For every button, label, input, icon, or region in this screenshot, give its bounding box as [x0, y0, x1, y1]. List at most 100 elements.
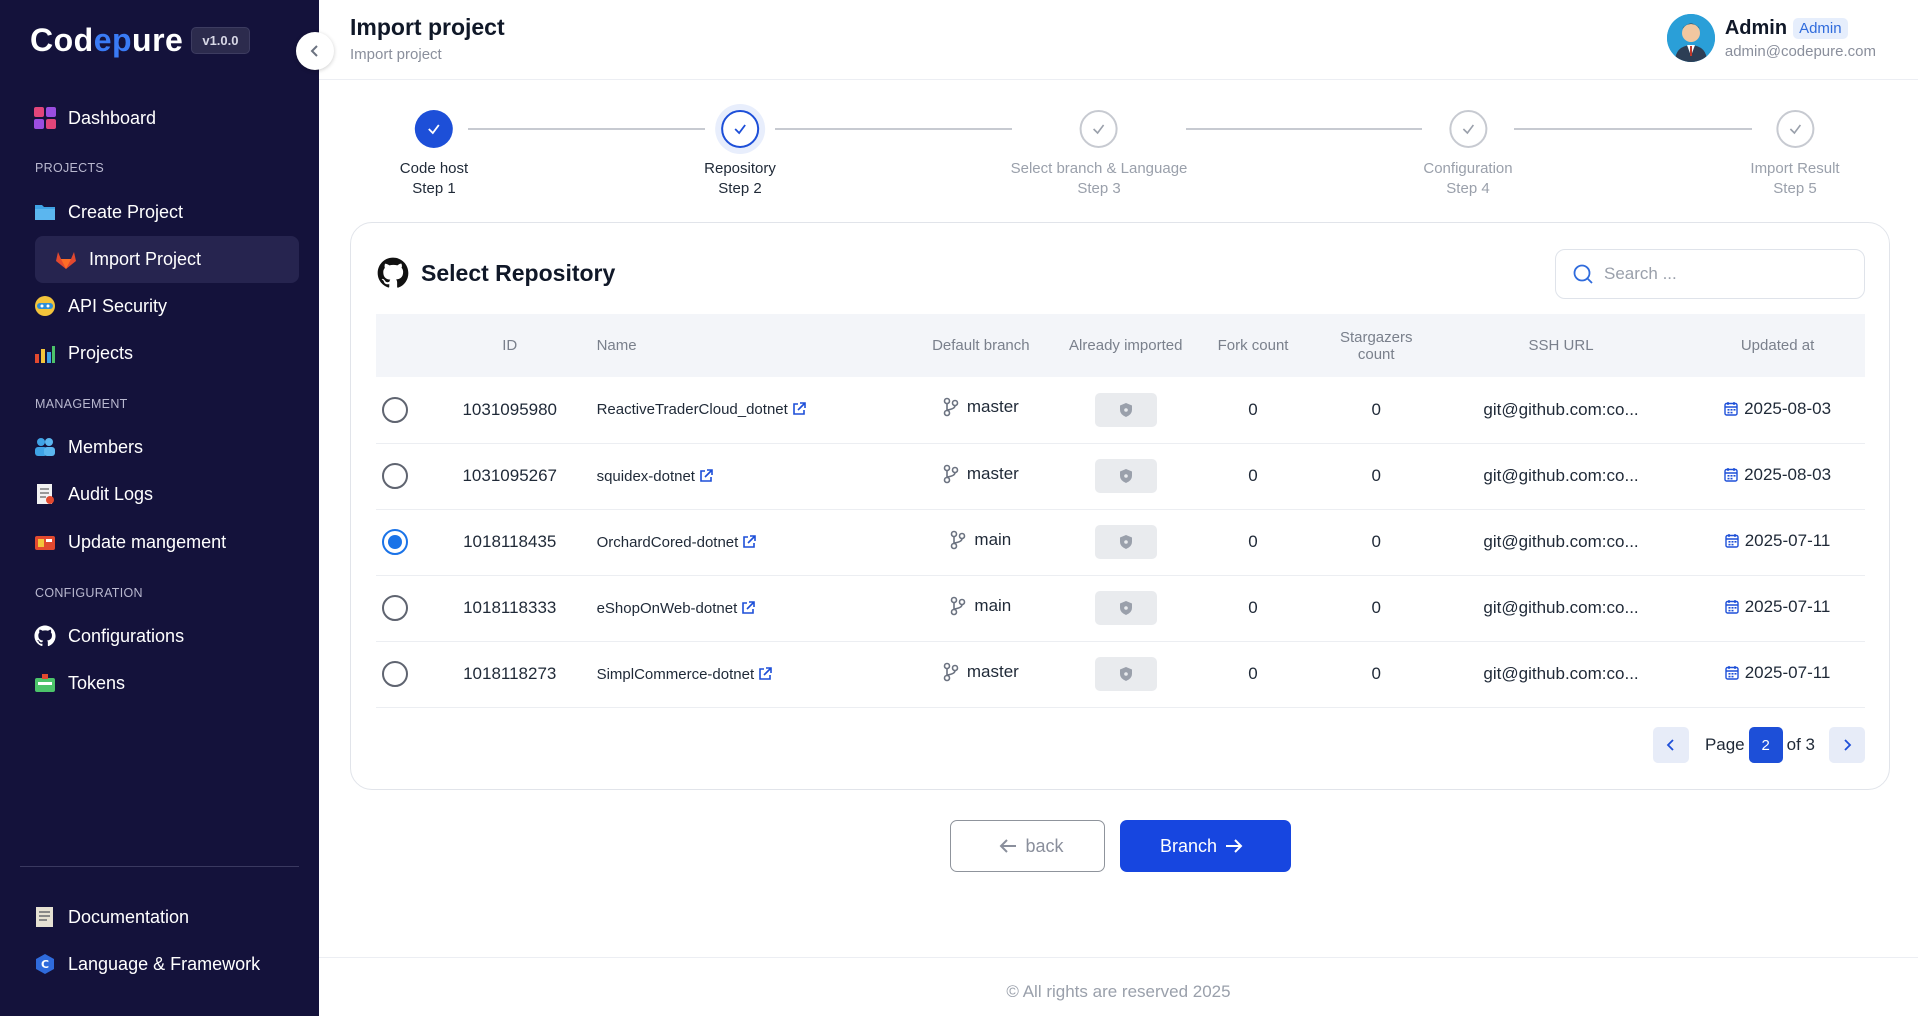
repo-name-cell: OrchardCored-dotnet: [597, 509, 896, 575]
repository-radio[interactable]: [382, 595, 408, 621]
sidebar-item-api-security[interactable]: API Security: [34, 284, 167, 328]
check-icon: [720, 110, 759, 148]
table-row[interactable]: 1031095980 ReactiveTraderCloud_dotnet mast…: [376, 377, 1865, 443]
sidebar-item-label: API Security: [68, 295, 168, 316]
api-security-icon: [34, 295, 56, 317]
sidebar-item-projects[interactable]: Projects: [34, 331, 133, 375]
repo-name[interactable]: SimplCommerce-dotnet: [597, 666, 755, 683]
sidebar-item-dashboard[interactable]: Dashboard: [34, 96, 156, 140]
table-header-row: ID Name Default branch Already imported …: [376, 314, 1865, 377]
sidebar-item-label: Tokens: [68, 672, 126, 693]
column-header-default-branch[interactable]: Default branch: [896, 314, 1066, 377]
ssh-url: git@github.com:co...: [1483, 664, 1639, 683]
step-configuration[interactable]: Configuration Step 4: [1423, 110, 1513, 197]
branch-button[interactable]: Branch: [1120, 820, 1291, 872]
fork-count: 0: [1248, 598, 1258, 617]
external-link-icon[interactable]: [741, 600, 756, 615]
collapse-sidebar-button[interactable]: [296, 32, 334, 70]
ssh-url: git@github.com:co...: [1483, 598, 1639, 617]
column-header-id[interactable]: ID: [423, 314, 597, 377]
column-header-select: [376, 314, 423, 377]
not-imported-badge: [1094, 525, 1157, 559]
step-import-result[interactable]: Import Result Step 5: [1750, 110, 1840, 197]
repo-name[interactable]: squidex-dotnet: [597, 468, 695, 485]
sidebar-item-audit-logs[interactable]: Audit Logs: [34, 472, 153, 516]
already-imported-cell: [1066, 509, 1186, 575]
column-header-name[interactable]: Name: [597, 314, 896, 377]
repository-table: ID Name Default branch Already imported …: [376, 314, 1865, 708]
github-icon: [377, 257, 409, 288]
calendar-icon: [1724, 534, 1739, 548]
repo-id: 1018118333: [463, 598, 557, 617]
default-branch-cell: master: [896, 443, 1066, 509]
table-row[interactable]: 1018118273 SimplCommerce-dotnet master 0 0 gi…: [376, 641, 1865, 707]
repository-radio[interactable]: [382, 529, 408, 555]
not-imported-badge: [1094, 459, 1157, 493]
shield-icon: [1119, 402, 1132, 417]
repository-radio[interactable]: [382, 396, 408, 423]
column-header-fork-count[interactable]: Fork count: [1186, 314, 1321, 377]
user-menu[interactable]: Admin Admin admin@codepure.com: [1666, 14, 1876, 62]
external-link-icon[interactable]: [742, 534, 757, 549]
sidebar-item-language-framework[interactable]: C Language & Framework: [34, 942, 260, 986]
sidebar-item-documentation[interactable]: Documentation: [34, 895, 189, 939]
external-link-icon[interactable]: [758, 666, 772, 681]
search-box[interactable]: [1555, 249, 1865, 299]
step-label: Import Result: [1750, 160, 1840, 177]
search-icon: [1573, 264, 1593, 284]
repo-name[interactable]: OrchardCored-dotnet: [597, 534, 739, 551]
pagination: Page 2 of 3: [1652, 727, 1865, 763]
external-link-icon[interactable]: [792, 402, 806, 416]
repo-name[interactable]: ReactiveTraderCloud_dotnet: [597, 401, 788, 418]
sidebar-item-label: Create Project: [68, 201, 184, 222]
step-number: Step 4: [1446, 180, 1490, 197]
app-logo[interactable]: Codepure v1.0.0: [30, 22, 250, 59]
repo-name[interactable]: eShopOnWeb-dotnet: [597, 600, 738, 617]
table-row[interactable]: 1018118435 OrchardCored-dotnet main 0 0 git@g…: [376, 509, 1865, 575]
current-page[interactable]: 2: [1748, 727, 1783, 763]
default-branch: master: [966, 661, 1019, 681]
step-code-host[interactable]: Code host Step 1: [400, 110, 468, 197]
column-header-stargazers-count[interactable]: Stargazers count: [1321, 314, 1432, 377]
sidebar-item-label: Import Project: [89, 249, 202, 269]
fork-count: 0: [1248, 399, 1258, 419]
sidebar-item-update-management[interactable]: Update mangement: [34, 520, 226, 564]
back-button[interactable]: back: [950, 820, 1105, 872]
column-header-already-imported[interactable]: Already imported: [1066, 314, 1186, 377]
step-number: Step 5: [1773, 180, 1817, 197]
table-row[interactable]: 1018118333 eShopOnWeb-dotnet main 0 0 git@git…: [376, 575, 1865, 641]
previous-page-button[interactable]: [1652, 727, 1689, 763]
column-header-updated-at[interactable]: Updated at: [1690, 314, 1865, 377]
page-total: of 3: [1786, 735, 1815, 754]
calendar-icon: [1724, 600, 1739, 614]
breadcrumb[interactable]: Import project: [350, 46, 442, 63]
sidebar-item-import-project[interactable]: Import Project: [35, 236, 299, 283]
role-badge: Admin: [1793, 17, 1848, 39]
sidebar-item-members[interactable]: Members: [34, 425, 143, 469]
repo-name-cell: SimplCommerce-dotnet: [597, 641, 896, 707]
chevron-left-icon: [1666, 739, 1674, 751]
sidebar-item-create-project[interactable]: Create Project: [34, 190, 183, 234]
audit-log-icon: [34, 483, 56, 505]
select-cell: [376, 509, 423, 575]
repository-radio[interactable]: [382, 661, 408, 687]
step-repository[interactable]: Repository Step 2: [704, 110, 776, 197]
step-select-branch[interactable]: Select branch & Language Step 3: [1011, 110, 1187, 197]
search-input[interactable]: [1604, 264, 1844, 284]
updated-at-cell: 2025-07-11: [1690, 641, 1865, 707]
table-row[interactable]: 1031095267 squidex-dotnet master 0 0 git@gith…: [376, 443, 1865, 509]
step-number: Step 3: [1077, 180, 1121, 197]
external-link-icon[interactable]: [699, 468, 713, 483]
sidebar-item-label: Members: [68, 436, 144, 457]
sidebar-item-configurations[interactable]: Configurations: [34, 614, 184, 658]
already-imported-cell: [1066, 575, 1186, 641]
column-header-ssh-url[interactable]: SSH URL: [1432, 314, 1690, 377]
folder-icon: [34, 201, 56, 223]
repository-radio[interactable]: [382, 463, 408, 489]
github-icon: [34, 625, 56, 647]
next-page-button[interactable]: [1829, 727, 1865, 763]
updated-at: 2025-07-11: [1744, 530, 1831, 550]
sidebar-item-tokens[interactable]: Tokens: [34, 661, 125, 705]
gitlab-icon: [55, 249, 77, 271]
documentation-icon: [34, 906, 56, 928]
